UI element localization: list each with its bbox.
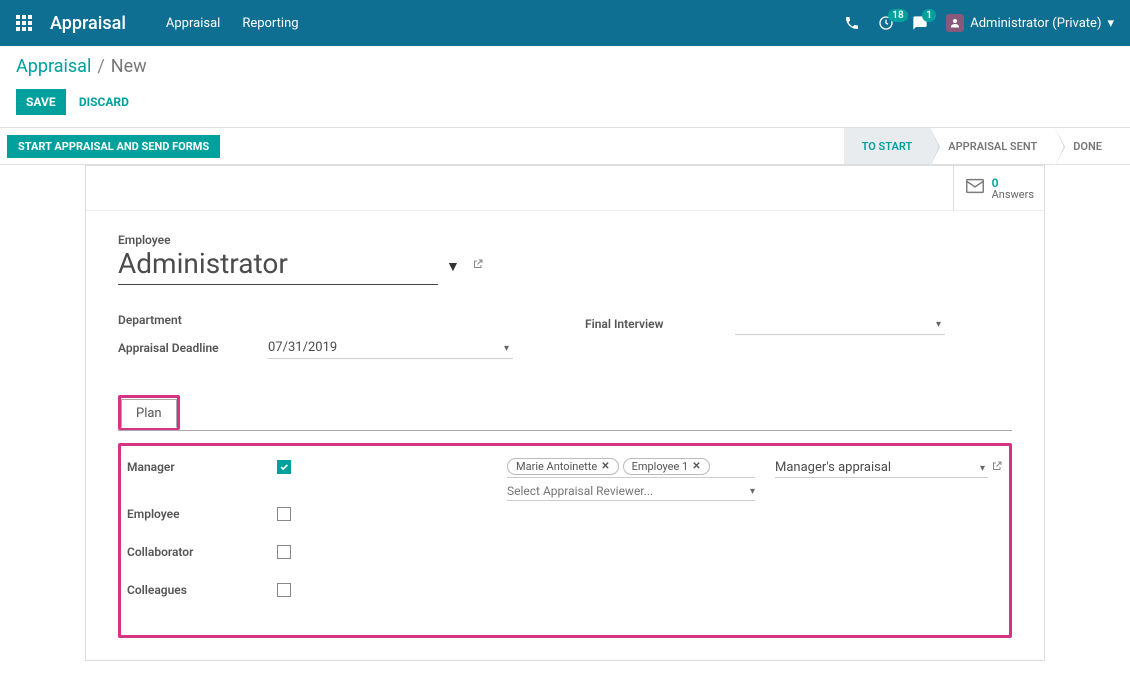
start-appraisal-button[interactable]: START APPRAISAL AND SEND FORMS xyxy=(7,135,220,158)
reviewer-tag-label: Marie Antoinette xyxy=(516,460,597,473)
employee-label: Employee xyxy=(118,233,1012,247)
department-label: Department xyxy=(118,313,268,327)
answers-stat-button[interactable]: 0 Answers xyxy=(953,166,1044,210)
user-menu[interactable]: Administrator (Private) ▾ xyxy=(946,14,1114,32)
apps-icon[interactable] xyxy=(16,15,32,31)
plan-collaborator-label: Collaborator xyxy=(127,543,277,559)
user-name: Administrator (Private) xyxy=(970,16,1101,31)
plan-colleagues-label: Colleagues xyxy=(127,581,277,597)
plan-panel: Manager Marie Antoinette ✕ xyxy=(118,443,1012,638)
statusbar: TO START APPRAISAL SENT DONE xyxy=(844,128,1120,164)
envelope-icon xyxy=(964,175,986,201)
reviewer-tag-remove-icon[interactable]: ✕ xyxy=(601,461,609,472)
messages-icon[interactable]: 1 xyxy=(912,15,928,31)
manager-appraisal-field[interactable] xyxy=(775,458,988,478)
final-interview-field[interactable] xyxy=(735,313,945,335)
plan-manager-label: Manager xyxy=(127,458,277,474)
avatar-icon xyxy=(946,14,964,32)
plan-colleagues-checkbox[interactable] xyxy=(277,583,291,597)
answers-label: Answers xyxy=(992,189,1034,200)
stage-appraisal-sent[interactable]: APPRAISAL SENT xyxy=(930,128,1055,164)
deadline-field[interactable] xyxy=(268,337,513,359)
stage-to-start[interactable]: TO START xyxy=(844,128,931,164)
nav-reporting[interactable]: Reporting xyxy=(242,16,298,31)
reviewer-select-input[interactable] xyxy=(507,482,764,500)
employee-field[interactable] xyxy=(118,247,438,285)
tab-plan[interactable]: Plan xyxy=(121,399,177,428)
activity-badge: 18 xyxy=(888,9,907,22)
breadcrumb-root[interactable]: Appraisal xyxy=(16,56,91,77)
caret-down-icon: ▾ xyxy=(1107,16,1114,31)
plan-employee-label: Employee xyxy=(127,505,277,521)
breadcrumb-current: New xyxy=(111,56,147,77)
breadcrumb: Appraisal / New xyxy=(16,56,1114,77)
employee-external-link-icon[interactable] xyxy=(472,258,484,274)
save-button[interactable]: SAVE xyxy=(16,89,66,115)
breadcrumb-sep: / xyxy=(97,56,104,77)
answers-count: 0 xyxy=(992,177,1034,189)
appraisal-external-link-icon[interactable] xyxy=(991,460,1003,476)
plan-collaborator-checkbox[interactable] xyxy=(277,545,291,559)
reviewer-tag-remove-icon[interactable]: ✕ xyxy=(692,461,700,472)
employee-dropdown-icon[interactable]: ▼ xyxy=(446,258,460,275)
app-title: Appraisal xyxy=(50,13,126,34)
messages-badge: 1 xyxy=(922,9,936,22)
plan-employee-checkbox[interactable] xyxy=(277,507,291,521)
nav-appraisal[interactable]: Appraisal xyxy=(166,16,220,31)
discard-button[interactable]: DISCARD xyxy=(79,95,129,109)
reviewer-tag: Employee 1 ✕ xyxy=(623,458,710,475)
final-interview-label: Final Interview xyxy=(585,317,735,331)
reviewer-tag-label: Employee 1 xyxy=(632,460,689,473)
plan-manager-checkbox[interactable] xyxy=(277,460,291,474)
deadline-label: Appraisal Deadline xyxy=(118,341,268,355)
phone-icon[interactable] xyxy=(844,15,860,31)
reviewer-tag: Marie Antoinette ✕ xyxy=(507,458,619,475)
activity-icon[interactable]: 18 xyxy=(878,15,894,31)
